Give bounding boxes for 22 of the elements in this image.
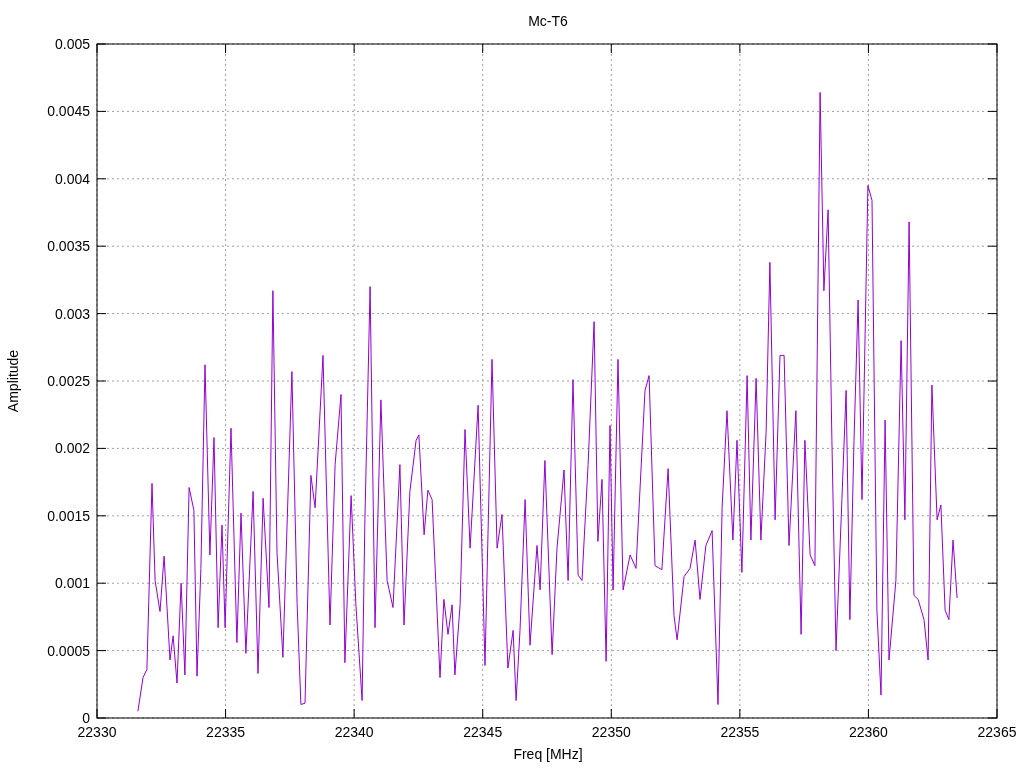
y-axis-label: Amplitude [5, 349, 21, 413]
chart-title: Mc-T6 [528, 13, 568, 29]
y-axis-tick-label: 0.0015 [47, 507, 90, 524]
x-axis-tick-label: 22340 [334, 724, 374, 740]
x-axis-tick-label: 22335 [206, 724, 246, 740]
y-axis-tick-label: 0.004 [54, 170, 90, 187]
y-axis-tick-label: 0 [82, 710, 90, 726]
y-axis-tick-label: 0.0025 [47, 373, 90, 389]
x-axis-label: Freq [MHz] [513, 746, 583, 762]
y-axis-tick-label: 0.0045 [47, 103, 90, 120]
x-axis-tick-label: 22345 [463, 724, 503, 740]
x-axis-tick-label: 22350 [591, 724, 631, 740]
y-axis-tick-label: 0.003 [54, 305, 90, 322]
y-axis-tick-label: 0.0005 [47, 642, 90, 659]
y-axis-tick-label: 0.005 [54, 36, 90, 52]
x-axis-tick-label: 22365 [977, 724, 1017, 740]
y-axis-tick-label: 0.001 [54, 575, 90, 592]
x-axis-tick-label: 22330 [77, 724, 117, 740]
y-axis-tick-label: 0.0035 [47, 238, 90, 255]
y-axis-tick-label: 0.002 [54, 440, 90, 457]
x-axis-tick-label: 22355 [720, 724, 760, 740]
x-axis-tick-label: 22360 [848, 724, 888, 740]
